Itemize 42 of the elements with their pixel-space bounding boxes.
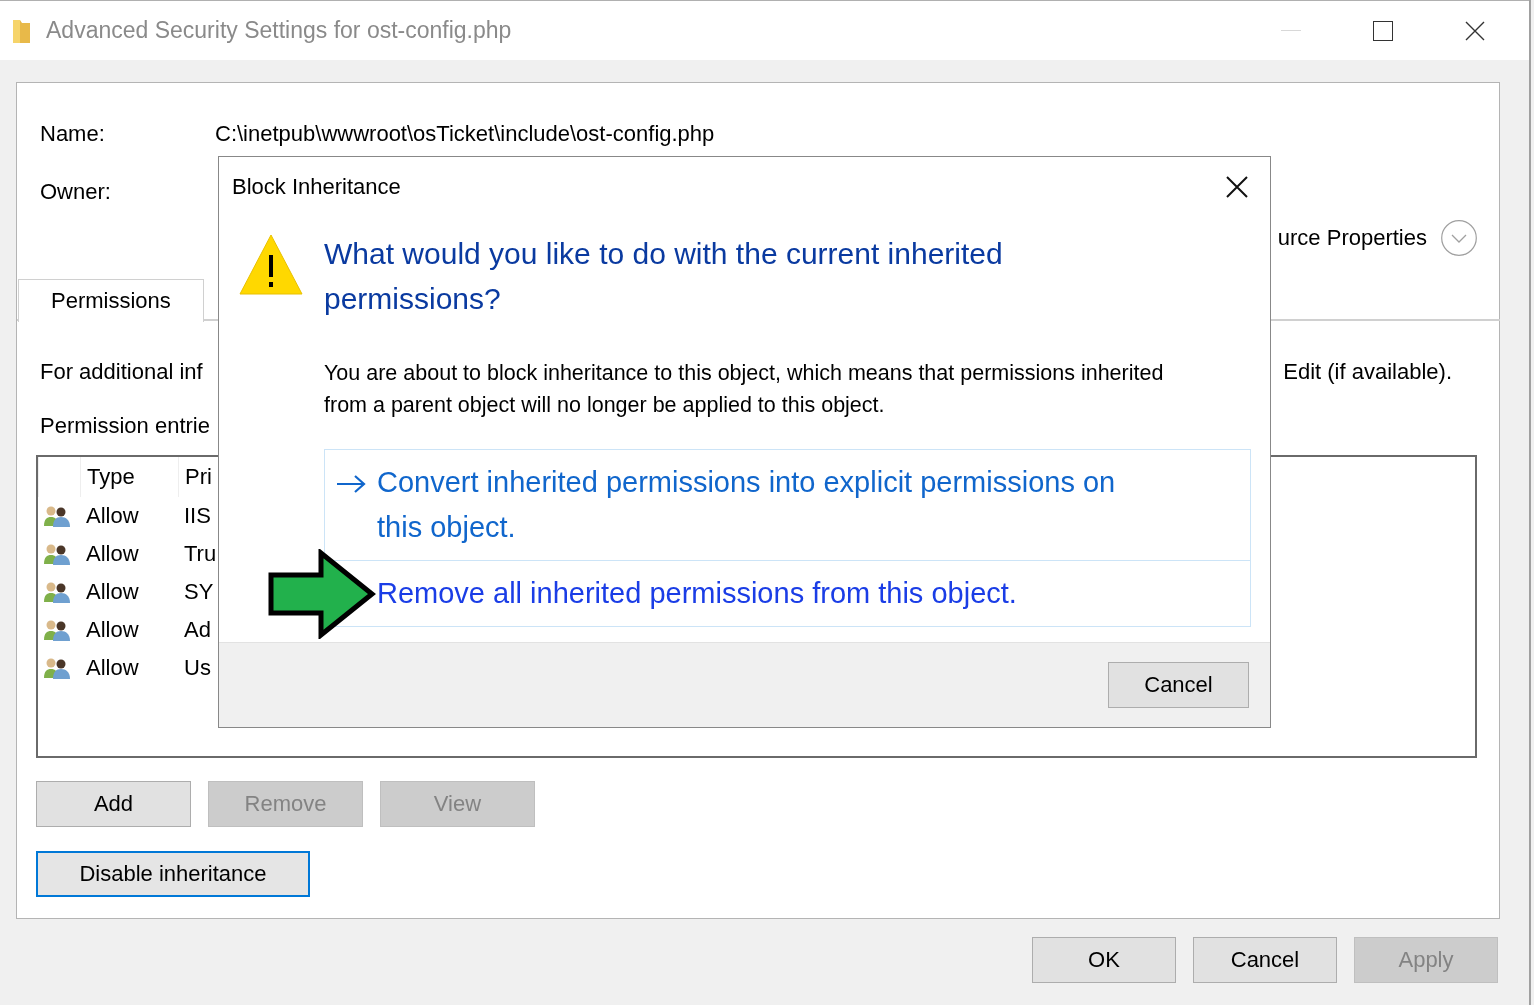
users-icon [43, 581, 71, 603]
command-link[interactable]: Remove all inherited permissions from this object. [377, 571, 1207, 616]
table-cell-text: Tru [183, 541, 217, 567]
users-icon [43, 657, 71, 679]
users-icon [43, 505, 71, 527]
table-cell-text: Ad [183, 617, 211, 643]
users-icon [43, 619, 71, 641]
table-cell-text: Allow [85, 617, 139, 643]
tab[interactable]: Permissions [18, 279, 204, 322]
disable-inheritance-button[interactable]: Disable inheritance [36, 851, 310, 897]
column-header[interactable]: Pri [178, 457, 212, 497]
close-icon[interactable] [1465, 20, 1485, 41]
maximize-icon[interactable] [1373, 20, 1393, 41]
dialog-button[interactable]: OK [1032, 937, 1176, 983]
expand-icon[interactable] [1441, 220, 1477, 256]
dialog-button[interactable]: Cancel [1193, 937, 1337, 983]
folder-icon [12, 17, 32, 44]
table-cell-text: SY [183, 579, 214, 605]
dialog-title: Block Inheritance [232, 174, 401, 200]
table-cell-text: Us [183, 655, 211, 681]
close-icon[interactable] [1226, 176, 1248, 198]
table-cell-text: Allow [85, 541, 139, 567]
info-text: Edit (if available). [1283, 359, 1452, 385]
warning-icon [239, 233, 303, 295]
properties-link[interactable]: urce Properties [1277, 225, 1427, 251]
command-link[interactable]: Convert inherited permissions into explicit permissions on this object. [377, 460, 1207, 550]
table-cell-text: IIS [183, 503, 211, 529]
cancel-button[interactable]: Cancel [1108, 662, 1249, 708]
entry-button[interactable]: Add [36, 781, 191, 827]
table-cell-text: Allow [85, 655, 139, 681]
column-header[interactable]: Type [80, 457, 135, 497]
field-label: Owner: [40, 179, 112, 205]
dialog-message: You are about to block inheritance to this object, which means that permissions inherited from a parent object will no longer be applied to this object. [324, 360, 1165, 419]
field-value: C:\inetpub\wwwroot\osTicket\include\ost-config.php [215, 121, 715, 147]
field-label: Name: [40, 121, 106, 147]
table-cell-text: Allow [85, 503, 139, 529]
window-title: Advanced Security Settings for ost-config.php [46, 17, 512, 44]
table-cell-text: Allow [85, 579, 139, 605]
info-text: For additional inf [40, 359, 203, 385]
users-icon [43, 543, 71, 565]
entries-label: Permission entrie [40, 413, 210, 439]
dialog-heading: What would you like to do with the current inherited permissions? [324, 236, 1004, 317]
